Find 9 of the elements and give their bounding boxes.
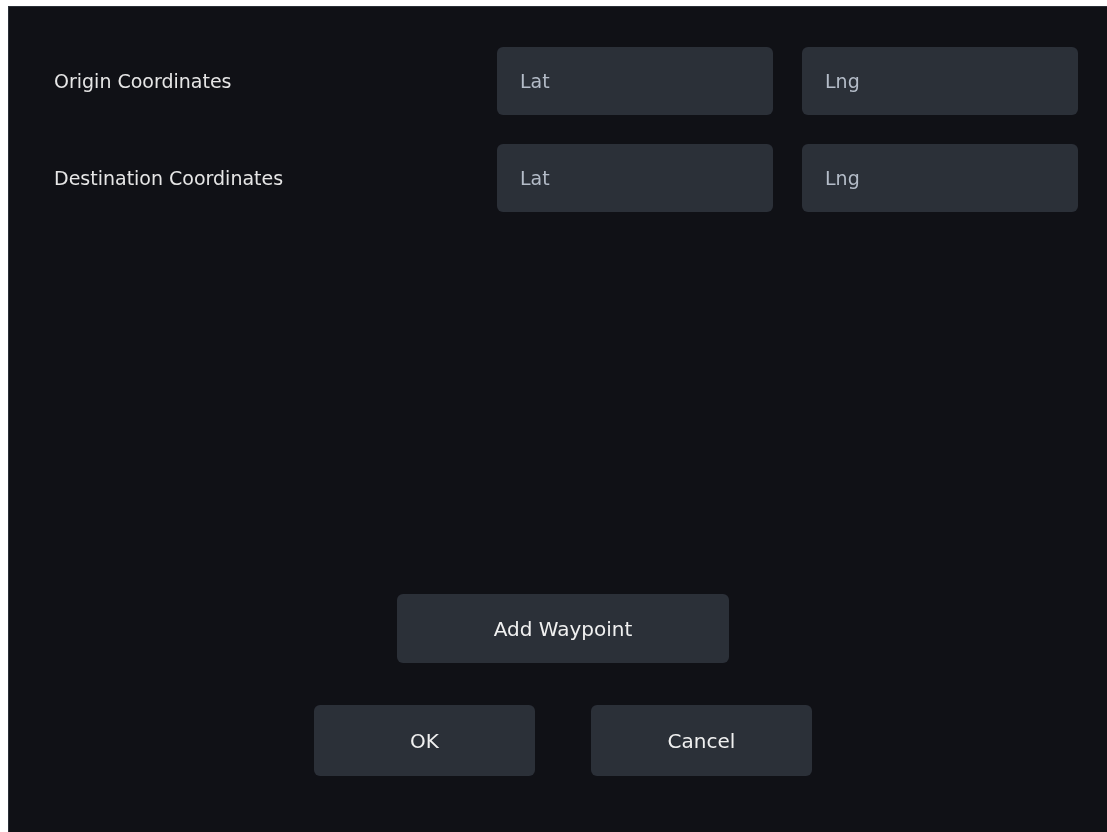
input-field[interactable]: Lng: [802, 47, 1078, 115]
ok-button[interactable]: OK: [314, 705, 535, 776]
input-field[interactable]: Lat: [497, 144, 773, 212]
field-label: Origin Coordinates: [54, 68, 233, 94]
add-waypoint-button[interactable]: Add Waypoint: [397, 594, 729, 663]
cancel-button[interactable]: Cancel: [591, 705, 812, 776]
input-field[interactable]: Lng: [802, 144, 1078, 212]
input-field[interactable]: Lat: [497, 47, 773, 115]
field-label: Destination Coordinates: [54, 165, 285, 191]
